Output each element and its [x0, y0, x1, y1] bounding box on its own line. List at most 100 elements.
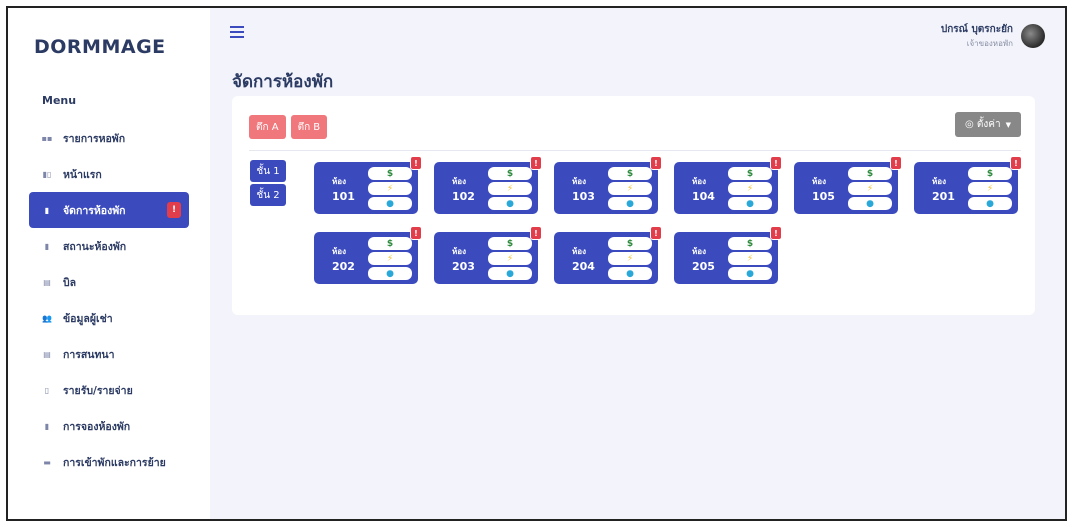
electricity-icon[interactable]: ⚡	[848, 182, 892, 195]
electricity-icon[interactable]: ⚡	[728, 252, 772, 265]
room-management-card: ตึก A ตึก B ◎ ตั้งค่า ▼ ชั้น 1 ชั้น 2 ห้…	[232, 96, 1035, 315]
room-label: ห้อง	[452, 247, 466, 256]
booking-icon: ▮	[44, 421, 50, 431]
sidebar-item-3[interactable]: ▮ สถานะห้องพัก	[29, 228, 189, 264]
room-card[interactable]: ห้อง 204 $ ⚡ ●!	[554, 226, 662, 284]
chat-icon: ▤	[43, 349, 51, 359]
electricity-icon[interactable]: ⚡	[368, 182, 412, 195]
electricity-icon[interactable]: ⚡	[728, 182, 772, 195]
room-number: 201	[932, 190, 955, 203]
payment-status-icon[interactable]: $	[488, 167, 532, 180]
sidebar-item-5[interactable]: 👥 ข้อมูลผู้เช่า	[29, 300, 189, 336]
water-drop-icon[interactable]: ●	[488, 267, 532, 280]
payment-status-icon[interactable]: $	[848, 167, 892, 180]
sidebar-item-7[interactable]: ▯ รายรับ/รายจ่าย	[29, 372, 189, 408]
room-label: ห้อง	[932, 177, 946, 186]
document-icon: ▯	[44, 385, 50, 395]
sidebar-item-0[interactable]: ▪▪ รายการหอพัก	[29, 120, 189, 156]
status-icon: ▮	[44, 241, 50, 251]
water-drop-icon[interactable]: ●	[728, 267, 772, 280]
sidebar-item-2[interactable]: ▮ จัดการห้องพัก!	[29, 192, 189, 228]
brand-logo[interactable]: DORMMAGE	[34, 36, 166, 58]
room-card[interactable]: ห้อง 105 $ ⚡ ●!	[794, 156, 902, 214]
room-label: ห้อง	[572, 177, 586, 186]
room-number: 104	[692, 190, 715, 203]
sidebar-item-label: รายการหอพัก	[63, 132, 126, 145]
avatar[interactable]	[1021, 24, 1045, 48]
electricity-icon[interactable]: ⚡	[488, 252, 532, 265]
water-drop-icon[interactable]: ●	[608, 267, 652, 280]
sidebar-item-1[interactable]: ▮▯ หน้าแรก	[29, 156, 189, 192]
water-drop-icon[interactable]: ●	[488, 197, 532, 210]
alert-icon: !	[770, 156, 782, 170]
page-title: จัดการห้องพัก	[232, 72, 334, 92]
water-drop-icon[interactable]: ●	[728, 197, 772, 210]
room-card[interactable]: ห้อง 104 $ ⚡ ●!	[674, 156, 782, 214]
payment-status-icon[interactable]: $	[728, 237, 772, 250]
user-menu[interactable]: ปกรณ์ บุตรกะยัก เจ้าของหอพัก	[941, 22, 1045, 50]
payment-status-icon[interactable]: $	[368, 167, 412, 180]
payment-status-icon[interactable]: $	[488, 237, 532, 250]
electricity-icon[interactable]: ⚡	[608, 182, 652, 195]
room-number: 105	[812, 190, 835, 203]
sidebar-item-9[interactable]: ▬ การเข้าพักและการย้าย	[29, 444, 189, 480]
building-button-a[interactable]: ตึก A	[249, 115, 286, 139]
sidebar-item-8[interactable]: ▮ การจองห้องพัก	[29, 408, 189, 444]
water-drop-icon[interactable]: ●	[608, 197, 652, 210]
sidebar-item-label: การสนทนา	[63, 348, 115, 361]
room-card[interactable]: ห้อง 103 $ ⚡ ●!	[554, 156, 662, 214]
caret-down-icon: ▼	[1005, 120, 1011, 129]
room-card[interactable]: ห้อง 202 $ ⚡ ●!	[314, 226, 422, 284]
room-card[interactable]: ห้อง 201 $ ⚡ ●!	[914, 156, 1022, 214]
electricity-icon[interactable]: ⚡	[608, 252, 652, 265]
users-icon: 👥	[42, 313, 52, 323]
water-drop-icon[interactable]: ●	[968, 197, 1012, 210]
room-card[interactable]: ห้อง 203 $ ⚡ ●!	[434, 226, 542, 284]
payment-status-icon[interactable]: $	[608, 237, 652, 250]
user-name: ปกรณ์ บุตรกะยัก	[940, 24, 1013, 35]
floor-button-1[interactable]: ชั้น 1	[250, 160, 286, 182]
hamburger-menu-icon[interactable]	[230, 26, 244, 38]
settings-dropdown-button[interactable]: ◎ ตั้งค่า ▼	[955, 112, 1021, 137]
building-button-b[interactable]: ตึก B	[290, 115, 328, 139]
building-tabs: ตึก A ตึก B	[249, 115, 332, 139]
grid-icon: ▪▪	[41, 133, 53, 143]
floor-button-2[interactable]: ชั้น 2	[250, 184, 286, 206]
alert-icon: !	[410, 156, 422, 170]
alert-icon: !	[650, 226, 662, 240]
sidebar-item-6[interactable]: ▤ การสนทนา	[29, 336, 189, 372]
room-card[interactable]: ห้อง 101 $ ⚡ ●!	[314, 156, 422, 214]
floor-selector: ชั้น 1 ชั้น 2	[250, 160, 286, 208]
sidebar-item-label: จัดการห้องพัก	[63, 204, 126, 217]
water-drop-icon[interactable]: ●	[848, 197, 892, 210]
user-info: ปกรณ์ บุตรกะยัก เจ้าของหอพัก	[941, 22, 1013, 50]
room-label: ห้อง	[332, 177, 346, 186]
sidebar-item-label: การจองห้องพัก	[63, 420, 131, 433]
alert-icon: !	[1010, 156, 1022, 170]
water-drop-icon[interactable]: ●	[368, 197, 412, 210]
move-icon: ▬	[43, 457, 51, 467]
room-card[interactable]: ห้อง 102 $ ⚡ ●!	[434, 156, 542, 214]
payment-status-icon[interactable]: $	[368, 237, 412, 250]
room-label: ห้อง	[692, 177, 706, 186]
room-card[interactable]: ห้อง 205 $ ⚡ ●!	[674, 226, 782, 284]
room-number: 103	[572, 190, 595, 203]
user-role: เจ้าของหอพัก	[966, 39, 1013, 48]
sidebar-item-4[interactable]: ▤ บิล	[29, 264, 189, 300]
room-label: ห้อง	[812, 177, 826, 186]
water-drop-icon[interactable]: ●	[368, 267, 412, 280]
payment-status-icon[interactable]: $	[728, 167, 772, 180]
electricity-icon[interactable]: ⚡	[488, 182, 532, 195]
room-label: ห้อง	[692, 247, 706, 256]
sidebar-item-label: สถานะห้องพัก	[63, 240, 127, 253]
app-window: DORMMAGE Menu ▪▪ รายการหอพัก ▮▯ หน้าแรก ▮ จัด…	[6, 6, 1067, 521]
payment-status-icon[interactable]: $	[608, 167, 652, 180]
payment-status-icon[interactable]: $	[968, 167, 1012, 180]
sidebar-item-label: หน้าแรก	[63, 168, 102, 181]
sidebar-item-label: ข้อมูลผู้เช่า	[63, 312, 113, 325]
electricity-icon[interactable]: ⚡	[968, 182, 1012, 195]
sidebar-nav: ▪▪ รายการหอพัก ▮▯ หน้าแรก ▮ จัดการห้องพัก! ▮ สถ…	[29, 120, 189, 480]
layout-icon: ▮▯	[42, 169, 52, 179]
alert-icon: !	[770, 226, 782, 240]
electricity-icon[interactable]: ⚡	[368, 252, 412, 265]
